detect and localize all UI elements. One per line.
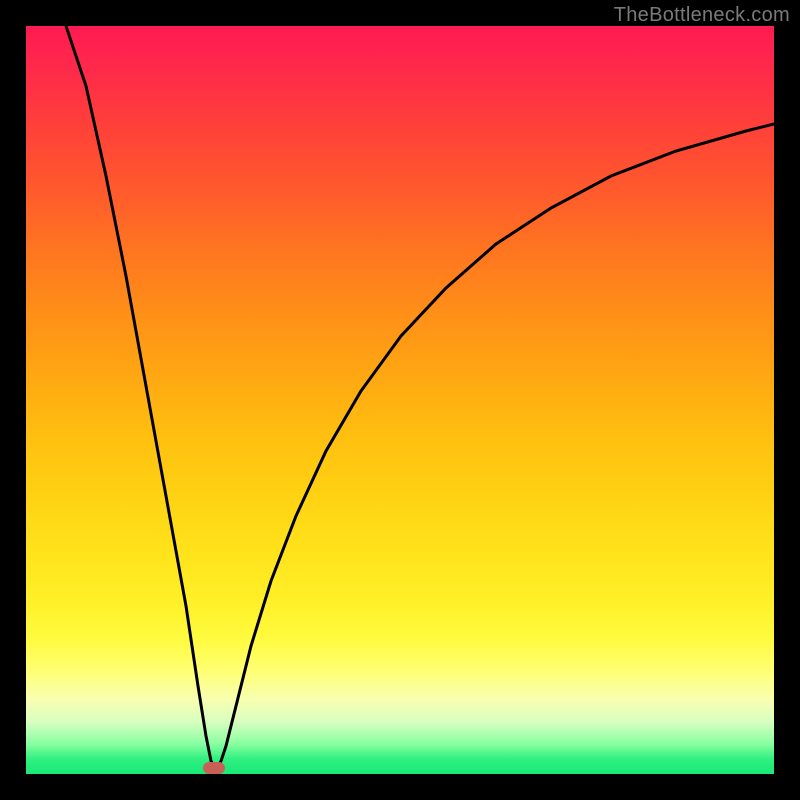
watermark-label: TheBottleneck.com: [614, 4, 790, 27]
optimum-marker: [203, 762, 225, 774]
plot-area: [26, 26, 774, 774]
chart-frame: TheBottleneck.com: [0, 0, 800, 800]
curve-svg: [26, 26, 774, 774]
bottleneck-curve: [66, 26, 774, 768]
